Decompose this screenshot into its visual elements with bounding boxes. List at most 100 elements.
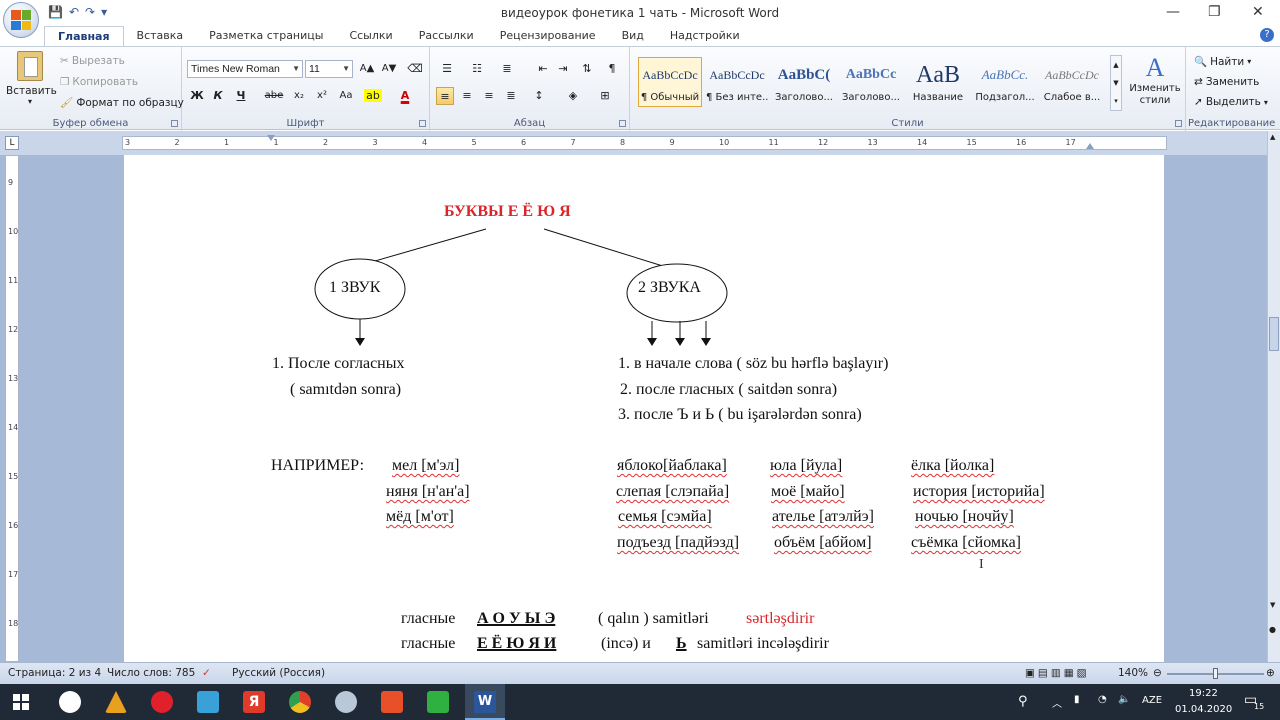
change-case-button[interactable]: Aa	[334, 87, 358, 105]
word-taskbar-icon[interactable]: W	[465, 684, 505, 720]
sort-icon[interactable]: ⇅	[578, 60, 596, 78]
styles-scroll[interactable]: ▲ ▼ ▾	[1110, 55, 1122, 111]
tray-chevron-icon[interactable]: ︿	[1052, 695, 1062, 710]
chrome-icon[interactable]	[289, 691, 311, 713]
style-heading-1[interactable]: AaBbC(Заголово...	[772, 57, 836, 107]
proofing-icon[interactable]: ✓	[202, 667, 211, 679]
word-count[interactable]: Число слов: 785	[107, 667, 195, 679]
font-name-combo[interactable]: Times New Roman ▼	[187, 60, 303, 78]
change-styles-button[interactable]: A Изменить стили	[1126, 53, 1184, 107]
font-size-combo[interactable]: 11 ▼	[305, 60, 353, 78]
yandex-icon[interactable]: Я	[243, 691, 265, 713]
style-no-spacing[interactable]: AaBbCcDc ¶ Без инте...	[705, 57, 769, 107]
vertical-ruler[interactable]: 9 10 11 12 13 14 15 16 17 18	[5, 155, 19, 662]
italic-button[interactable]: К	[209, 87, 227, 105]
network-icon[interactable]: ◔	[1098, 694, 1107, 705]
zoom-out-icon[interactable]: ⊖	[1153, 667, 1162, 679]
scrollbar-thumb[interactable]	[1269, 317, 1279, 351]
scroll-up-icon[interactable]: ▲	[1270, 133, 1275, 141]
style-title[interactable]: AaB Название	[906, 57, 970, 107]
view-buttons[interactable]: ▣▤▥▦▧	[1025, 667, 1090, 679]
justify-icon[interactable]: ≣	[502, 87, 520, 105]
clear-format-icon[interactable]: ⌫	[406, 60, 424, 78]
horizontal-ruler[interactable]: 3 2 1 1 2 3 4 5 6 7 8 9 10 11 12 13 14 15 16 17	[122, 135, 1167, 151]
close-button[interactable]: ✕	[1252, 4, 1264, 20]
volume-icon[interactable]: 🔈	[1118, 694, 1130, 705]
paragraph-expand-icon[interactable]	[619, 120, 626, 127]
maximize-button[interactable]: ❐	[1208, 4, 1221, 20]
replace-button[interactable]: ⇄ Заменить	[1194, 76, 1259, 88]
language[interactable]: Русский (Россия)	[232, 667, 325, 679]
tab-insert[interactable]: Вставка	[124, 26, 197, 46]
highlight-icon[interactable]: ab	[364, 87, 382, 105]
tab-addins[interactable]: Надстройки	[657, 26, 753, 46]
page-count[interactable]: Страница: 2 из 4	[8, 667, 101, 679]
app-icon[interactable]	[335, 691, 357, 713]
styles-expand-icon[interactable]	[1175, 120, 1182, 127]
show-marks-icon[interactable]: ¶	[603, 60, 621, 78]
tab-home[interactable]: Главная	[44, 26, 124, 46]
bold-button[interactable]: Ж	[188, 87, 206, 105]
bullets-icon[interactable]: ☰	[438, 60, 456, 78]
superscript-button[interactable]: x²	[311, 87, 333, 105]
clipboard-expand-icon[interactable]	[171, 120, 178, 127]
tab-page-layout[interactable]: Разметка страницы	[196, 26, 336, 46]
strikethrough-button[interactable]: abe	[262, 87, 286, 105]
app-icon[interactable]	[59, 691, 81, 713]
style-subtitle[interactable]: AaBbCc. Подзагол...	[973, 57, 1037, 107]
shading-icon[interactable]: ◈	[564, 87, 582, 105]
subscript-button[interactable]: x₂	[288, 87, 310, 105]
format-painter-button[interactable]: 🖌 Формат по образцу	[60, 96, 184, 110]
vertical-scrollbar[interactable]: ▲ ▼ ●	[1267, 131, 1280, 662]
align-center-icon[interactable]: ≡	[458, 87, 476, 105]
grow-font-button[interactable]: A▲	[358, 60, 376, 78]
tray-app-icon[interactable]: ▮	[1074, 694, 1080, 705]
copy-button[interactable]: ❐ Копировать	[60, 76, 138, 88]
multilevel-list-icon[interactable]: ≣	[498, 60, 516, 78]
zoom-slider[interactable]	[1167, 668, 1264, 679]
shrink-font-button[interactable]: A▼	[380, 60, 398, 78]
right-indent-marker-icon[interactable]	[1086, 143, 1094, 149]
underline-button[interactable]: Ч	[232, 87, 250, 105]
style-subtle-emphasis[interactable]: AaBbCcDc Слабое в...	[1040, 57, 1104, 107]
paste-button[interactable]: Вставить ▾	[6, 51, 57, 113]
style-heading-2[interactable]: AaBbCc Заголово...	[839, 57, 903, 107]
document-page[interactable]: БУКВЫ Е Ё Ю Я 1 ЗВУК 2 ЗВУКА 1. После со…	[124, 155, 1164, 662]
zoom-in-icon[interactable]: ⊕	[1266, 667, 1275, 679]
style-normal[interactable]: AaBbCcDc ¶ Обычный	[638, 57, 702, 107]
people-icon[interactable]: ⚲	[1018, 694, 1028, 709]
increase-indent-icon[interactable]: ⇥	[554, 60, 572, 78]
browse-object-icon[interactable]: ●	[1269, 625, 1276, 634]
numbering-icon[interactable]: ☷	[468, 60, 486, 78]
input-language[interactable]: AZE	[1142, 695, 1162, 706]
decrease-indent-icon[interactable]: ⇤	[534, 60, 552, 78]
office-button[interactable]	[3, 2, 39, 38]
app-icon[interactable]	[197, 691, 219, 713]
borders-icon[interactable]: ⊞	[596, 87, 614, 105]
clock-time[interactable]: 19:22	[1189, 688, 1218, 699]
zoom-thumb[interactable]	[1213, 668, 1218, 679]
select-button[interactable]: ➚ Выделить ▾	[1194, 96, 1268, 108]
tab-selector-icon[interactable]: L	[5, 136, 19, 150]
opera-icon[interactable]	[151, 691, 173, 713]
clock-date[interactable]: 01.04.2020	[1175, 704, 1232, 715]
scroll-down-icon[interactable]: ▼	[1270, 601, 1275, 609]
zoom-level[interactable]: 140%	[1118, 667, 1148, 679]
app-icon[interactable]	[381, 691, 403, 713]
app-icon[interactable]	[105, 691, 127, 713]
tab-review[interactable]: Рецензирование	[487, 26, 609, 46]
align-right-icon[interactable]: ≡	[480, 87, 498, 105]
tab-view[interactable]: Вид	[609, 26, 657, 46]
align-left-icon[interactable]: ≡	[436, 87, 454, 105]
font-color-icon[interactable]: A	[396, 87, 414, 105]
windows-start-icon[interactable]	[13, 694, 29, 710]
font-expand-icon[interactable]	[419, 120, 426, 127]
app-icon[interactable]	[427, 691, 449, 713]
cut-button[interactable]: ✂ Вырезать	[60, 55, 125, 67]
tab-mailings[interactable]: Рассылки	[406, 26, 487, 46]
indent-marker-icon[interactable]	[267, 135, 275, 151]
find-button[interactable]: 🔍 Найти ▾	[1194, 55, 1251, 69]
help-icon[interactable]: ?	[1260, 28, 1274, 42]
minimize-button[interactable]: —	[1166, 4, 1180, 20]
tab-references[interactable]: Ссылки	[336, 26, 405, 46]
